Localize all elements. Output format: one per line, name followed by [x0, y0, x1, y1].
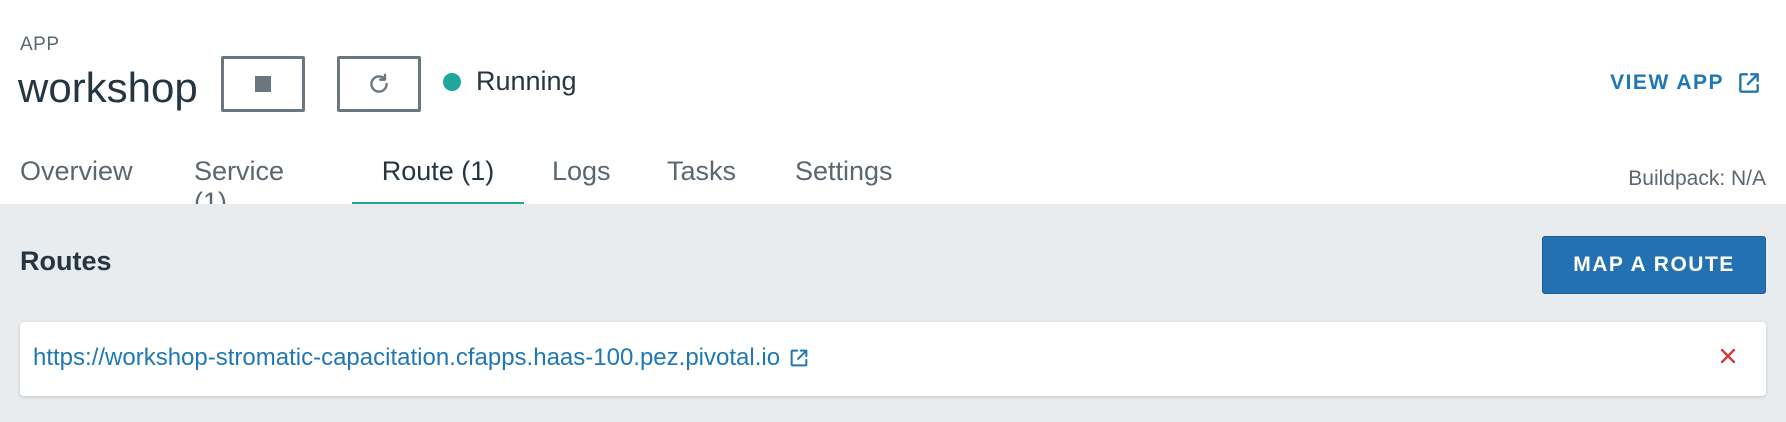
tab-logs[interactable]: Logs [552, 150, 611, 198]
remove-route-button[interactable] [1716, 344, 1740, 368]
routes-section: Routes MAP A ROUTE https://workshop-stro… [0, 204, 1786, 422]
tab-route[interactable]: Route (1) [352, 150, 524, 205]
view-app-link[interactable]: VIEW APP [1610, 70, 1762, 96]
restart-icon [370, 73, 388, 93]
tab-settings[interactable]: Settings [795, 150, 893, 198]
tab-service[interactable]: Service (1) [194, 150, 284, 217]
status-text: Running [476, 66, 577, 96]
app-header: APP workshop Running VIEW APP Overview S… [0, 0, 1786, 217]
routes-title: Routes [20, 246, 112, 276]
route-row: https://workshop-stromatic-capacitation.… [20, 322, 1766, 396]
stop-icon [255, 76, 271, 92]
tab-overview[interactable]: Overview [20, 150, 133, 198]
restart-button[interactable] [337, 56, 421, 112]
app-kicker: APP [20, 34, 60, 55]
stop-button[interactable] [221, 56, 305, 112]
map-route-button[interactable]: MAP A ROUTE [1542, 236, 1766, 294]
buildpack-label: Buildpack: N/A [1628, 167, 1766, 190]
route-link[interactable]: https://workshop-stromatic-capacitation.… [33, 344, 810, 372]
app-name: workshop [18, 64, 198, 111]
close-icon [1720, 348, 1736, 364]
external-link-icon [1739, 73, 1759, 93]
status-indicator-icon [443, 73, 461, 91]
tab-tasks[interactable]: Tasks [667, 150, 736, 198]
view-app-label: VIEW APP [1610, 71, 1724, 94]
route-url: https://workshop-stromatic-capacitation.… [33, 344, 781, 371]
external-link-icon [790, 349, 808, 367]
